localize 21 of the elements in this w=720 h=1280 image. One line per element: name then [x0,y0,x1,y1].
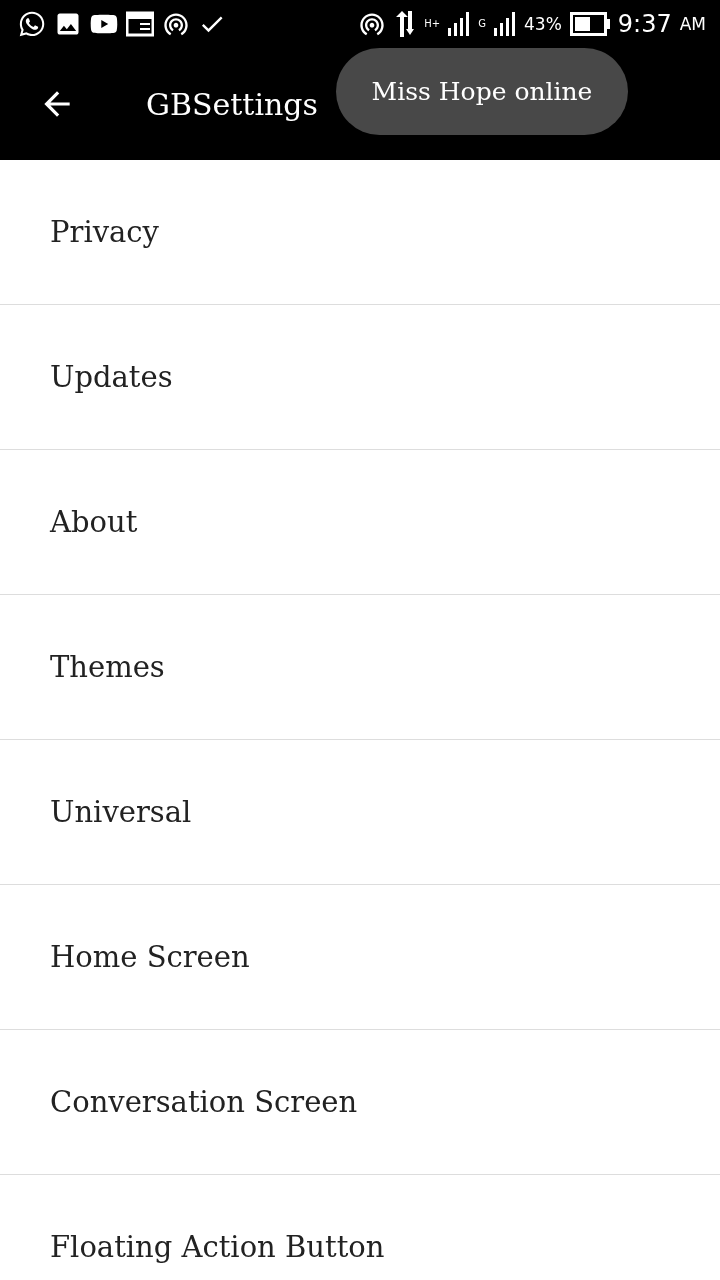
chat-icon [18,10,46,38]
network-type-label: G [478,18,486,29]
clock-meridiem: AM [679,14,706,34]
settings-item-label: Universal [50,795,192,829]
battery-icon [569,12,610,36]
calendar-icon [126,11,154,37]
screen-title: GBSettings [146,86,318,122]
settings-item-label: Home Screen [50,940,250,974]
settings-item-label: Floating Action Button [50,1230,385,1264]
settings-item-label: Updates [50,360,173,394]
settings-item-label: Themes [50,650,165,684]
signal-icon [448,12,471,36]
battery-percent: 43% [524,14,562,34]
settings-item-label: Conversation Screen [50,1085,358,1119]
network-type-label: H+ [424,18,441,29]
signal-icon [494,12,516,36]
clock-time: 9:37 [617,10,672,38]
settings-item-label: About [50,505,138,539]
settings-item-label: Privacy [50,215,159,249]
toast-message: Miss Hope online [336,48,628,135]
data-arrows-icon [394,11,417,37]
